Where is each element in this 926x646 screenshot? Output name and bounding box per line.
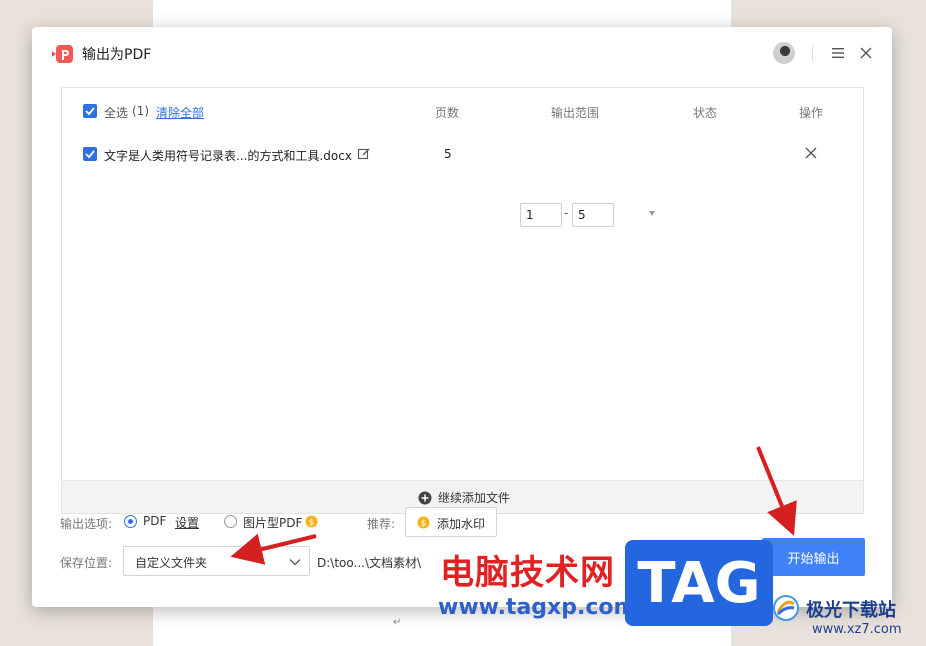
annotation-arrows [230, 446, 797, 565]
arrow-to-save-location [230, 533, 317, 565]
arrow-to-start-button [756, 446, 797, 536]
